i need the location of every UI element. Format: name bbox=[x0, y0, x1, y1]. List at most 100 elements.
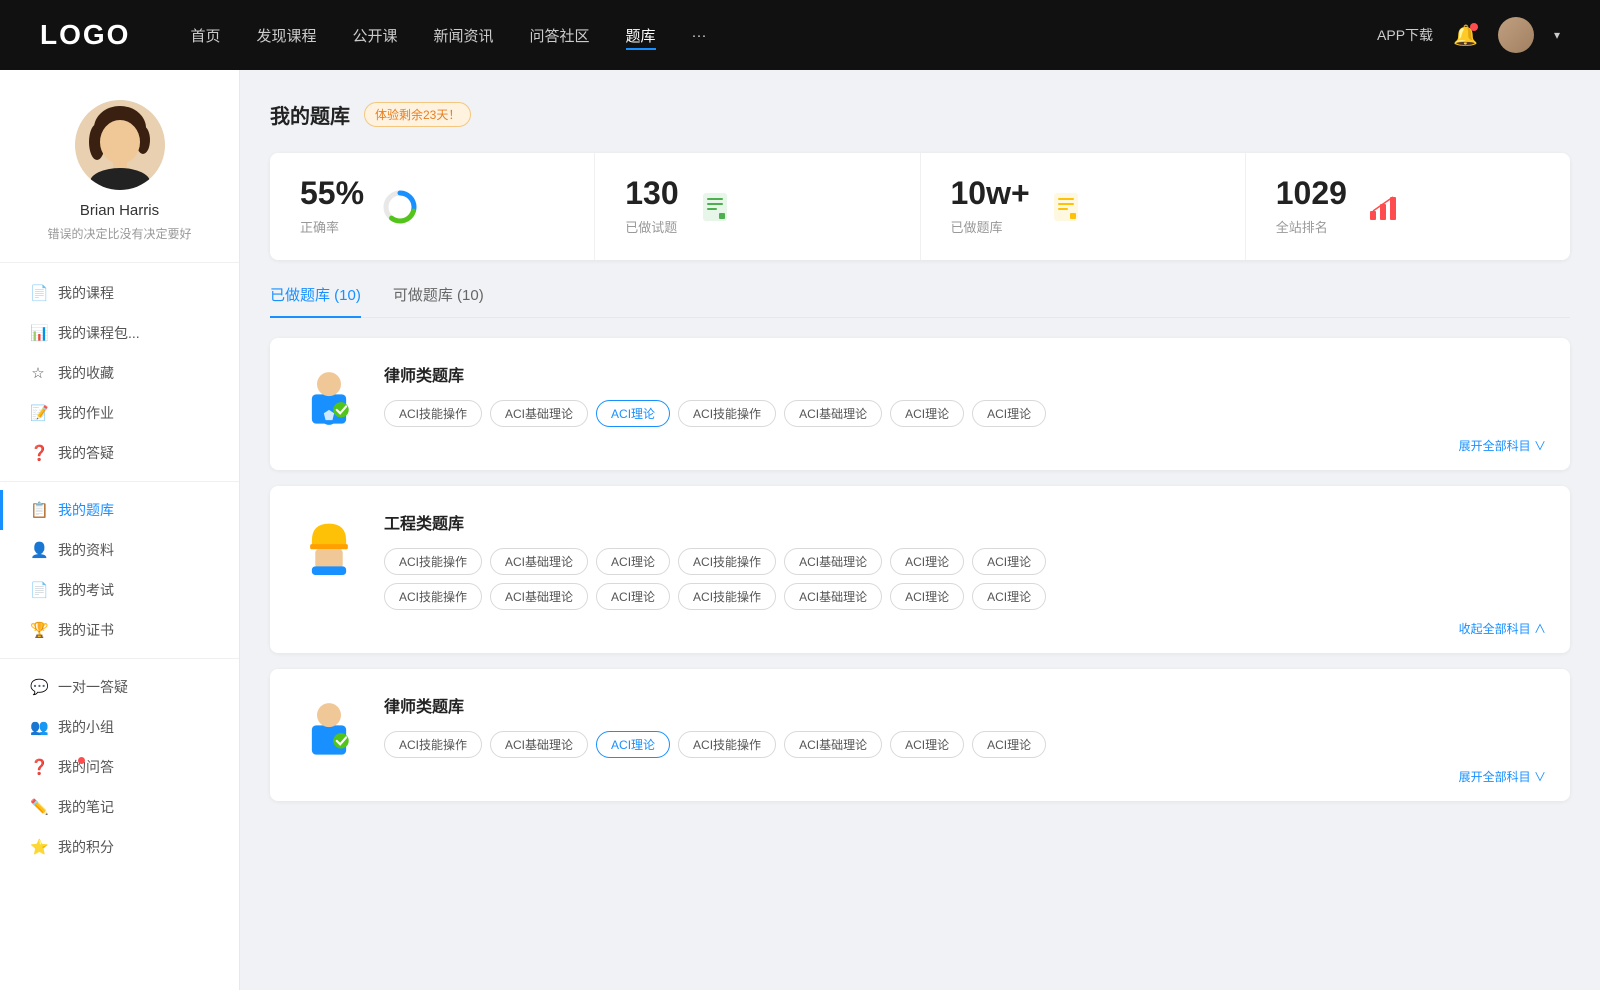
sidebar-item-homework-label: 我的作业 bbox=[58, 403, 114, 423]
avatar-svg bbox=[75, 100, 165, 190]
engineer-card-content: 工程类题库 ACI技能操作 ACI基础理论 ACI理论 ACI技能操作 ACI基… bbox=[384, 510, 1546, 637]
nav-link-bank[interactable]: 题库 bbox=[626, 21, 656, 50]
sidebar-item-myqa[interactable]: ❓ 我的问答 bbox=[0, 747, 239, 787]
tab-done[interactable]: 已做题库 (10) bbox=[270, 284, 361, 317]
nav-link-more[interactable]: ··· bbox=[692, 23, 707, 48]
ranking-label: 全站排名 bbox=[1276, 217, 1347, 236]
bank-icon: 📋 bbox=[30, 501, 46, 519]
eng-tag-9[interactable]: ACI理论 bbox=[596, 583, 670, 610]
engineer-card-expand[interactable]: 收起全部科目 ∧ bbox=[384, 620, 1546, 637]
nav-right: APP下载 🔔 ▾ bbox=[1377, 17, 1560, 53]
tab-available[interactable]: 可做题库 (10) bbox=[393, 284, 484, 317]
exam-icon: 📄 bbox=[30, 581, 46, 599]
sidebar-item-points[interactable]: ⭐ 我的积分 bbox=[0, 827, 239, 867]
nav-link-qa[interactable]: 问答社区 bbox=[530, 21, 590, 50]
tag-2[interactable]: ACI理论 bbox=[596, 400, 670, 427]
sidebar-item-group[interactable]: 👥 我的小组 bbox=[0, 707, 239, 747]
main-content: 我的题库 体验剩余23天！ 55% 正确率 bbox=[240, 70, 1600, 990]
sidebar-item-notes[interactable]: ✏️ 我的笔记 bbox=[0, 787, 239, 827]
sidebar-item-profile[interactable]: 👤 我的资料 bbox=[0, 530, 239, 570]
page-title-row: 我的题库 体验剩余23天！ bbox=[270, 100, 1570, 129]
eng-tag-4[interactable]: ACI基础理论 bbox=[784, 548, 882, 575]
ranking-value: 1029 bbox=[1276, 177, 1347, 209]
sidebar-item-notes-label: 我的笔记 bbox=[58, 797, 114, 817]
stat-questions: 130 已做试题 bbox=[595, 153, 920, 260]
chart-red-icon bbox=[1367, 191, 1399, 223]
sidebar-item-tutoring[interactable]: 💬 一对一答疑 bbox=[0, 667, 239, 707]
logo: LOGO bbox=[40, 19, 130, 51]
sidebar-item-certificate-label: 我的证书 bbox=[58, 620, 114, 640]
sidebar-item-bank[interactable]: 📋 我的题库 bbox=[0, 490, 239, 530]
sidebar-item-group-label: 我的小组 bbox=[58, 717, 114, 737]
nav-link-discover[interactable]: 发现课程 bbox=[256, 21, 316, 50]
sidebar-item-questions[interactable]: ❓ 我的答疑 bbox=[0, 433, 239, 473]
eng-tag-13[interactable]: ACI理论 bbox=[972, 583, 1046, 610]
lawyer-card-expand[interactable]: 展开全部科目 ∨ bbox=[384, 437, 1546, 454]
eng-tag-11[interactable]: ACI基础理论 bbox=[784, 583, 882, 610]
profile-motto: 错误的决定比没有决定要好 bbox=[27, 225, 211, 242]
avatar-image bbox=[1498, 17, 1534, 53]
myqa-dot bbox=[78, 757, 85, 764]
notification-bell[interactable]: 🔔 bbox=[1453, 23, 1478, 48]
banks-value: 10w+ bbox=[951, 177, 1030, 209]
tag-4[interactable]: ACI基础理论 bbox=[784, 400, 882, 427]
lawyer-svg bbox=[299, 367, 359, 427]
sidebar-item-packages-label: 我的课程包... bbox=[58, 323, 140, 343]
l2-tag-4[interactable]: ACI基础理论 bbox=[784, 731, 882, 758]
sidebar-item-courses[interactable]: 📄 我的课程 bbox=[0, 273, 239, 313]
sidebar-item-points-label: 我的积分 bbox=[58, 837, 114, 857]
l2-tag-1[interactable]: ACI基础理论 bbox=[490, 731, 588, 758]
sidebar-item-homework[interactable]: 📝 我的作业 bbox=[0, 393, 239, 433]
questions-icon bbox=[695, 187, 735, 227]
nav-link-opencourse[interactable]: 公开课 bbox=[352, 21, 397, 50]
nav-link-home[interactable]: 首页 bbox=[190, 21, 220, 50]
favorites-icon: ☆ bbox=[30, 364, 46, 382]
sidebar-item-exam[interactable]: 📄 我的考试 bbox=[0, 570, 239, 610]
eng-tag-7[interactable]: ACI技能操作 bbox=[384, 583, 482, 610]
sidebar-item-courses-label: 我的课程 bbox=[58, 283, 114, 303]
sidebar-item-packages[interactable]: 📊 我的课程包... bbox=[0, 313, 239, 353]
sidebar-item-certificate[interactable]: 🏆 我的证书 bbox=[0, 610, 239, 650]
engineer-card-tags-row1: ACI技能操作 ACI基础理论 ACI理论 ACI技能操作 ACI基础理论 AC… bbox=[384, 548, 1546, 575]
l2-tag-0[interactable]: ACI技能操作 bbox=[384, 731, 482, 758]
lawyer-card-content: 律师类题库 ACI技能操作 ACI基础理论 ACI理论 ACI技能操作 ACI基… bbox=[384, 362, 1546, 454]
eng-tag-3[interactable]: ACI技能操作 bbox=[678, 548, 776, 575]
eng-tag-8[interactable]: ACI基础理论 bbox=[490, 583, 588, 610]
notes-green-icon bbox=[699, 191, 731, 223]
user-dropdown-arrow[interactable]: ▾ bbox=[1554, 28, 1560, 42]
sidebar-item-tutoring-label: 一对一答疑 bbox=[58, 677, 128, 697]
eng-tag-10[interactable]: ACI技能操作 bbox=[678, 583, 776, 610]
l2-tag-6[interactable]: ACI理论 bbox=[972, 731, 1046, 758]
trial-badge: 体验剩余23天！ bbox=[364, 102, 471, 127]
tag-5[interactable]: ACI理论 bbox=[890, 400, 964, 427]
nav-link-news[interactable]: 新闻资讯 bbox=[434, 21, 494, 50]
tag-6[interactable]: ACI理论 bbox=[972, 400, 1046, 427]
eng-tag-12[interactable]: ACI理论 bbox=[890, 583, 964, 610]
sidebar-item-favorites[interactable]: ☆ 我的收藏 bbox=[0, 353, 239, 393]
eng-tag-5[interactable]: ACI理论 bbox=[890, 548, 964, 575]
lawyer-icon bbox=[294, 362, 364, 432]
app-download-button[interactable]: APP下载 bbox=[1377, 25, 1433, 45]
eng-tag-6[interactable]: ACI理论 bbox=[972, 548, 1046, 575]
l2-tag-2[interactable]: ACI理论 bbox=[596, 731, 670, 758]
lawyer2-card-expand[interactable]: 展开全部科目 ∨ bbox=[384, 768, 1546, 785]
user-avatar[interactable] bbox=[1498, 17, 1534, 53]
profile-icon: 👤 bbox=[30, 541, 46, 559]
notification-dot bbox=[1470, 23, 1478, 31]
tag-1[interactable]: ACI基础理论 bbox=[490, 400, 588, 427]
eng-tag-2[interactable]: ACI理论 bbox=[596, 548, 670, 575]
eng-tag-0[interactable]: ACI技能操作 bbox=[384, 548, 482, 575]
profile-name: Brian Harris bbox=[80, 202, 159, 219]
bank-card-lawyer-1: 律师类题库 ACI技能操作 ACI基础理论 ACI理论 ACI技能操作 ACI基… bbox=[270, 338, 1570, 470]
l2-tag-5[interactable]: ACI理论 bbox=[890, 731, 964, 758]
tag-3[interactable]: ACI技能操作 bbox=[678, 400, 776, 427]
l2-tag-3[interactable]: ACI技能操作 bbox=[678, 731, 776, 758]
eng-tag-1[interactable]: ACI基础理论 bbox=[490, 548, 588, 575]
engineer-svg bbox=[299, 515, 359, 575]
accuracy-label: 正确率 bbox=[300, 217, 364, 236]
sidebar-divider-1 bbox=[0, 481, 239, 482]
points-icon: ⭐ bbox=[30, 838, 46, 856]
accuracy-icon bbox=[380, 187, 420, 227]
tag-0[interactable]: ACI技能操作 bbox=[384, 400, 482, 427]
top-nav: LOGO 首页 发现课程 公开课 新闻资讯 问答社区 题库 ··· APP下载 … bbox=[0, 0, 1600, 70]
